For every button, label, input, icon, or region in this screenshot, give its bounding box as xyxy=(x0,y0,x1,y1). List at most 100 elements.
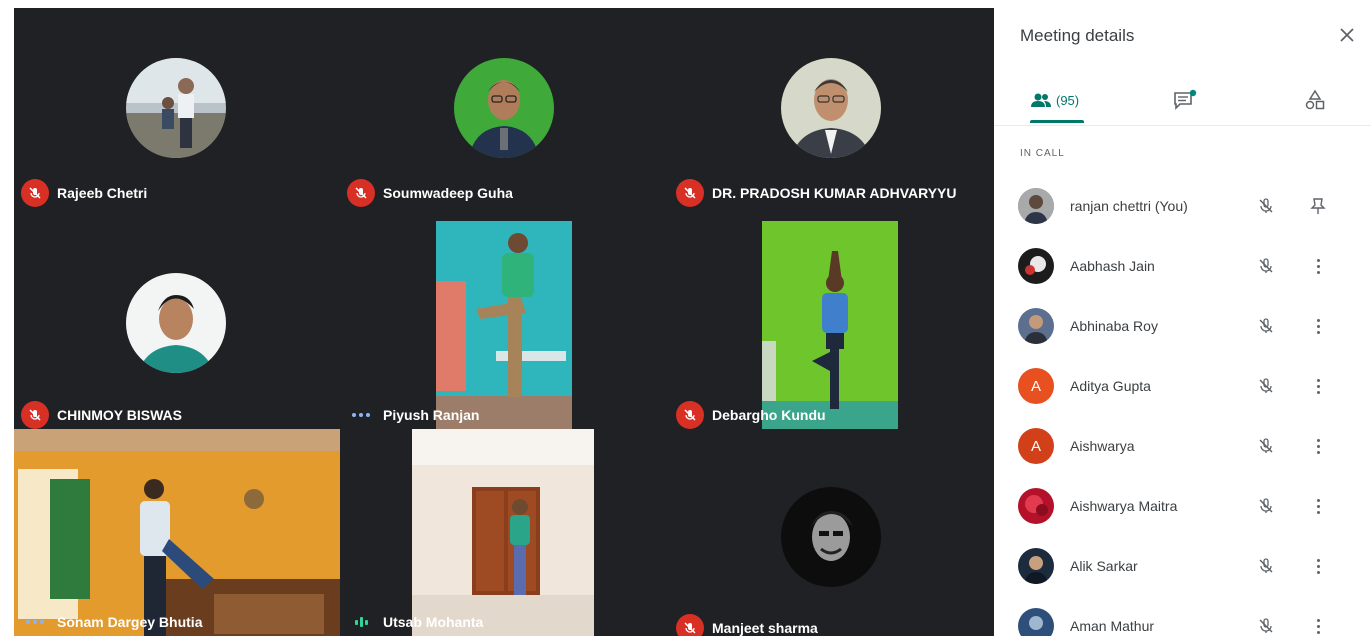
participant-tile[interactable]: Manjeet sharma xyxy=(668,429,994,636)
participant-avatar: A xyxy=(1018,368,1054,404)
participant-avatar xyxy=(1018,488,1054,524)
participant-avatar xyxy=(126,273,226,373)
activities-icon xyxy=(1305,89,1325,110)
participant-avatar xyxy=(1018,548,1054,584)
participant-tile[interactable]: Piyush Ranjan xyxy=(340,221,668,429)
more-options-button[interactable] xyxy=(1308,374,1328,398)
participant-name: Aabhash Jain xyxy=(1070,258,1155,274)
participant-tile[interactable]: Utsab Mohanta xyxy=(340,429,668,636)
participant-name-row: Sonam Dargey Bhutia xyxy=(21,612,202,632)
participant-name: Utsab Mohanta xyxy=(383,614,484,630)
participant-avatar: A xyxy=(1018,428,1054,464)
participant-count: (95) xyxy=(1056,92,1080,108)
participant-name: Aditya Gupta xyxy=(1070,378,1151,394)
tab-activities[interactable] xyxy=(1304,82,1326,118)
more-options-button[interactable] xyxy=(1308,254,1328,278)
more-options-button[interactable] xyxy=(1308,494,1328,518)
participant-name-row: Soumwadeep Guha xyxy=(347,179,513,207)
participant-video xyxy=(762,221,898,429)
more-options-button[interactable] xyxy=(1308,614,1328,636)
mic-off-icon xyxy=(1254,314,1278,338)
mic-off-icon xyxy=(676,614,704,636)
participant-list-item[interactable]: Abhinaba Roy xyxy=(994,296,1371,356)
mic-off-icon xyxy=(1254,614,1278,636)
participant-name: CHINMOY BISWAS xyxy=(57,407,182,423)
participant-avatar xyxy=(1018,308,1054,344)
mic-off-icon xyxy=(1254,554,1278,578)
participant-name: Soumwadeep Guha xyxy=(383,185,513,201)
panel-tabs: (95) xyxy=(994,76,1371,126)
tab-people[interactable]: (95) xyxy=(1030,82,1079,118)
participant-list-item[interactable]: Alik Sarkar xyxy=(994,536,1371,596)
participant-list-item[interactable]: Aishwarya Maitra xyxy=(994,476,1371,536)
audio-activity-dots-icon xyxy=(347,405,375,425)
more-options-button[interactable] xyxy=(1308,554,1328,578)
participant-name: Debargho Kundu xyxy=(712,407,826,423)
participant-tile[interactable]: Debargho Kundu xyxy=(668,221,994,429)
mic-off-icon xyxy=(21,401,49,429)
participant-video xyxy=(436,221,572,429)
participant-name: Abhinaba Roy xyxy=(1070,318,1158,334)
tab-chat[interactable] xyxy=(1172,82,1198,118)
in-call-section-label: IN CALL xyxy=(1020,148,1065,159)
participant-avatar xyxy=(126,58,226,158)
participant-name-row: Rajeeb Chetri xyxy=(21,179,147,207)
participant-list-item[interactable]: A Aditya Gupta xyxy=(994,356,1371,416)
participant-list-item[interactable]: ranjan chettri (You) xyxy=(994,176,1371,236)
mic-off-icon xyxy=(1254,434,1278,458)
participant-name: Rajeeb Chetri xyxy=(57,185,148,201)
more-options-button[interactable] xyxy=(1308,314,1328,338)
participant-list-item[interactable]: Aman Mathur xyxy=(994,596,1371,636)
close-icon xyxy=(1340,28,1354,42)
meeting-details-panel: Meeting details (95) IN CALL ranjan chet… xyxy=(994,0,1371,636)
participant-name-row: Piyush Ranjan xyxy=(347,405,479,425)
participant-avatar xyxy=(781,487,881,587)
participant-name-row: CHINMOY BISWAS xyxy=(21,401,182,429)
participant-name: Manjeet sharma xyxy=(712,620,818,636)
pin-icon xyxy=(1310,198,1326,214)
mic-off-icon xyxy=(1254,194,1278,218)
participant-name: Piyush Ranjan xyxy=(383,407,480,423)
participant-avatar xyxy=(454,58,554,158)
participant-name: Alik Sarkar xyxy=(1070,558,1138,574)
participant-name: ranjan chettri (You) xyxy=(1070,198,1188,214)
people-icon xyxy=(1031,93,1051,107)
panel-title: Meeting details xyxy=(1020,26,1135,45)
audio-activity-dots-icon xyxy=(21,612,49,632)
active-tab-indicator xyxy=(1030,120,1084,123)
participant-name: Sonam Dargey Bhutia xyxy=(57,614,203,630)
participant-tile[interactable]: Soumwadeep Guha xyxy=(340,8,668,221)
mic-off-icon xyxy=(1254,374,1278,398)
participant-tile[interactable]: Rajeeb Chetri xyxy=(14,8,340,221)
close-button[interactable] xyxy=(1334,22,1360,48)
participant-name-row: Utsab Mohanta xyxy=(347,612,483,632)
participant-avatar xyxy=(781,58,881,158)
participant-name-row: DR. PRADOSH KUMAR ADHVARYYU xyxy=(676,179,957,207)
participant-name-row: Manjeet sharma xyxy=(676,614,818,636)
audio-level-bars-icon xyxy=(347,612,375,632)
mic-off-icon xyxy=(347,179,375,207)
participant-name: DR. PRADOSH KUMAR ADHVARYYU xyxy=(712,185,957,201)
mic-off-icon xyxy=(21,179,49,207)
participant-list-item[interactable]: A Aishwarya xyxy=(994,416,1371,476)
participant-tile[interactable]: CHINMOY BISWAS xyxy=(14,221,340,429)
participant-video xyxy=(412,429,594,636)
participant-name-row: Debargho Kundu xyxy=(676,401,826,429)
participant-name: Aman Mathur xyxy=(1070,618,1155,634)
mic-off-icon xyxy=(1254,254,1278,278)
participant-tile[interactable]: Sonam Dargey Bhutia xyxy=(14,429,340,636)
video-grid: Rajeeb Chetri Soumwadeep Guha DR. PRADOS… xyxy=(14,8,994,636)
participant-video xyxy=(14,429,340,636)
participant-name: Aishwarya xyxy=(1070,438,1135,454)
participant-name: Aishwarya Maitra xyxy=(1070,498,1178,514)
more-options-button[interactable] xyxy=(1308,434,1328,458)
mic-off-icon xyxy=(676,179,704,207)
participant-avatar xyxy=(1018,608,1054,636)
participant-avatar xyxy=(1018,188,1054,224)
participant-list-item[interactable]: Aabhash Jain xyxy=(994,236,1371,296)
mic-off-icon xyxy=(1254,494,1278,518)
participant-avatar xyxy=(1018,248,1054,284)
pin-button[interactable] xyxy=(1308,194,1328,218)
mic-off-icon xyxy=(676,401,704,429)
participant-tile[interactable]: DR. PRADOSH KUMAR ADHVARYYU xyxy=(668,8,994,221)
